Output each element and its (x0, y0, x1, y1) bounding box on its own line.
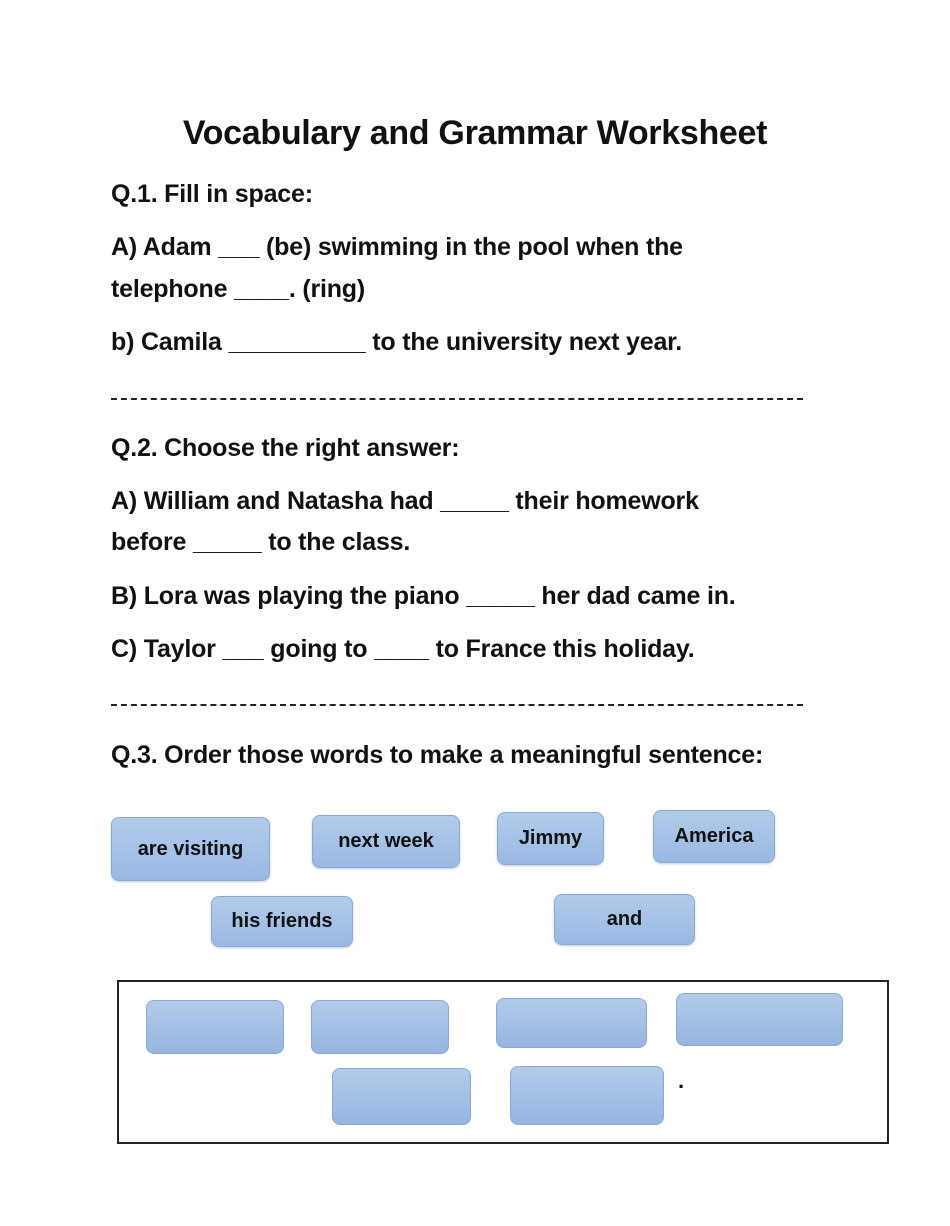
q3-heading: Q.3. Order those words to make a meaning… (111, 741, 764, 769)
q2-item-a-line2: before _____ to the class. (111, 528, 411, 556)
word-chip-are-visiting[interactable]: are visiting (111, 817, 270, 881)
separator-1 (111, 398, 803, 400)
word-chip-jimmy[interactable]: Jimmy (497, 812, 604, 865)
answer-slot-3[interactable] (496, 998, 647, 1048)
separator-2 (111, 704, 803, 706)
answer-slot-4[interactable] (676, 993, 843, 1046)
word-chip-his-friends[interactable]: his friends (211, 896, 353, 947)
q2-item-b-line1: B) Lora was playing the piano _____ her … (111, 582, 736, 610)
answer-slot-2[interactable] (311, 1000, 449, 1054)
q1-item-b-line1: b) Camila __________ to the university n… (111, 328, 683, 356)
q1-item-a-line1: A) Adam ___ (be) swimming in the pool wh… (111, 233, 683, 261)
word-chip-and[interactable]: and (554, 894, 695, 945)
word-chip-next-week[interactable]: next week (312, 815, 460, 868)
answer-slot-6[interactable] (510, 1066, 664, 1125)
answer-slot-5[interactable] (332, 1068, 471, 1125)
word-chip-america[interactable]: America (653, 810, 775, 863)
q2-item-a-line1: A) William and Natasha had _____ their h… (111, 487, 699, 515)
q2-item-c-line1: C) Taylor ___ going to ____ to France th… (111, 635, 695, 663)
q1-item-a-line2: telephone ____. (ring) (111, 275, 365, 303)
q1-heading: Q.1. Fill in space: (111, 180, 313, 208)
sentence-end-period: . (678, 1068, 685, 1093)
q2-heading: Q.2. Choose the right answer: (111, 434, 460, 462)
answer-slot-1[interactable] (146, 1000, 284, 1054)
page-title: Vocabulary and Grammar Worksheet (182, 114, 768, 152)
